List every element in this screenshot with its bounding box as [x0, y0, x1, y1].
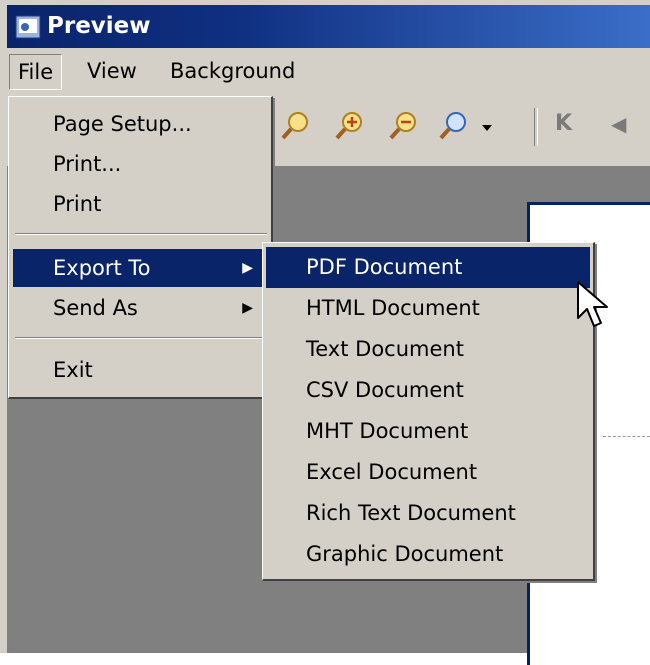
zoom-out-icon[interactable] — [387, 108, 421, 142]
menu-item-label: MHT Document — [306, 419, 469, 443]
menu-file[interactable]: File — [9, 54, 63, 90]
zoom-in-icon[interactable] — [333, 108, 367, 142]
app-icon — [15, 15, 41, 39]
window-title: Preview — [47, 13, 151, 39]
menu-item-label: Print — [53, 192, 102, 216]
menu-item-label: Send As — [53, 296, 138, 320]
preview-window: Preview File View Background K ◀ Page Se… — [0, 0, 650, 665]
menu-background[interactable]: Background — [162, 54, 303, 88]
export-item-pdf[interactable]: PDF Document — [266, 247, 590, 288]
export-item-rich-text[interactable]: Rich Text Document — [266, 493, 590, 534]
menu-separator — [15, 233, 267, 235]
menu-item-label: CSV Document — [306, 378, 464, 402]
toolbar-separator — [534, 108, 538, 146]
export-item-graphic[interactable]: Graphic Document — [266, 534, 590, 575]
menu-item-label: Text Document — [306, 337, 464, 361]
submenu-arrow-icon: ▶ — [242, 300, 253, 316]
export-item-mht[interactable]: MHT Document — [266, 411, 590, 452]
file-menu: Page Setup... Print... Print Export To ▶… — [8, 96, 273, 399]
menu-item-page-setup[interactable]: Page Setup... — [13, 105, 267, 143]
export-item-text[interactable]: Text Document — [266, 329, 590, 370]
menu-item-print[interactable]: Print — [13, 185, 267, 223]
menu-bar: File View Background — [7, 48, 650, 94]
mouse-cursor-icon — [577, 281, 608, 327]
export-item-csv[interactable]: CSV Document — [266, 370, 590, 411]
export-item-html[interactable]: HTML Document — [266, 288, 590, 329]
menu-item-label: Print... — [53, 152, 122, 176]
menu-separator — [15, 337, 267, 339]
export-submenu: PDF Document HTML Document Text Document… — [262, 242, 595, 581]
export-item-excel[interactable]: Excel Document — [266, 452, 590, 493]
prev-page-icon[interactable]: ◀ — [611, 106, 626, 142]
first-page-icon[interactable]: K — [555, 106, 572, 142]
menu-item-exit[interactable]: Exit — [13, 351, 267, 389]
menu-item-send-as[interactable]: Send As ▶ — [13, 289, 267, 327]
menu-item-label: PDF Document — [306, 255, 463, 279]
menu-item-label: Rich Text Document — [306, 501, 516, 525]
menu-item-label: Exit — [53, 358, 93, 382]
page-margin-line — [603, 436, 650, 437]
zoom-dropdown-icon[interactable] — [437, 108, 471, 142]
magnifier-icon[interactable] — [279, 108, 313, 142]
menu-item-label: Page Setup... — [53, 112, 192, 136]
menu-item-export-to[interactable]: Export To ▶ — [13, 249, 267, 287]
menu-item-label: Graphic Document — [306, 542, 504, 566]
submenu-arrow-icon: ▶ — [242, 260, 253, 276]
menu-item-label: Excel Document — [306, 460, 478, 484]
menu-item-print-dialog[interactable]: Print... — [13, 145, 267, 183]
menu-item-label: Export To — [53, 256, 151, 280]
menu-view[interactable]: View — [79, 54, 145, 88]
menu-item-label: HTML Document — [306, 296, 480, 320]
title-bar[interactable]: Preview — [7, 5, 650, 48]
chevron-down-icon[interactable] — [481, 124, 493, 132]
